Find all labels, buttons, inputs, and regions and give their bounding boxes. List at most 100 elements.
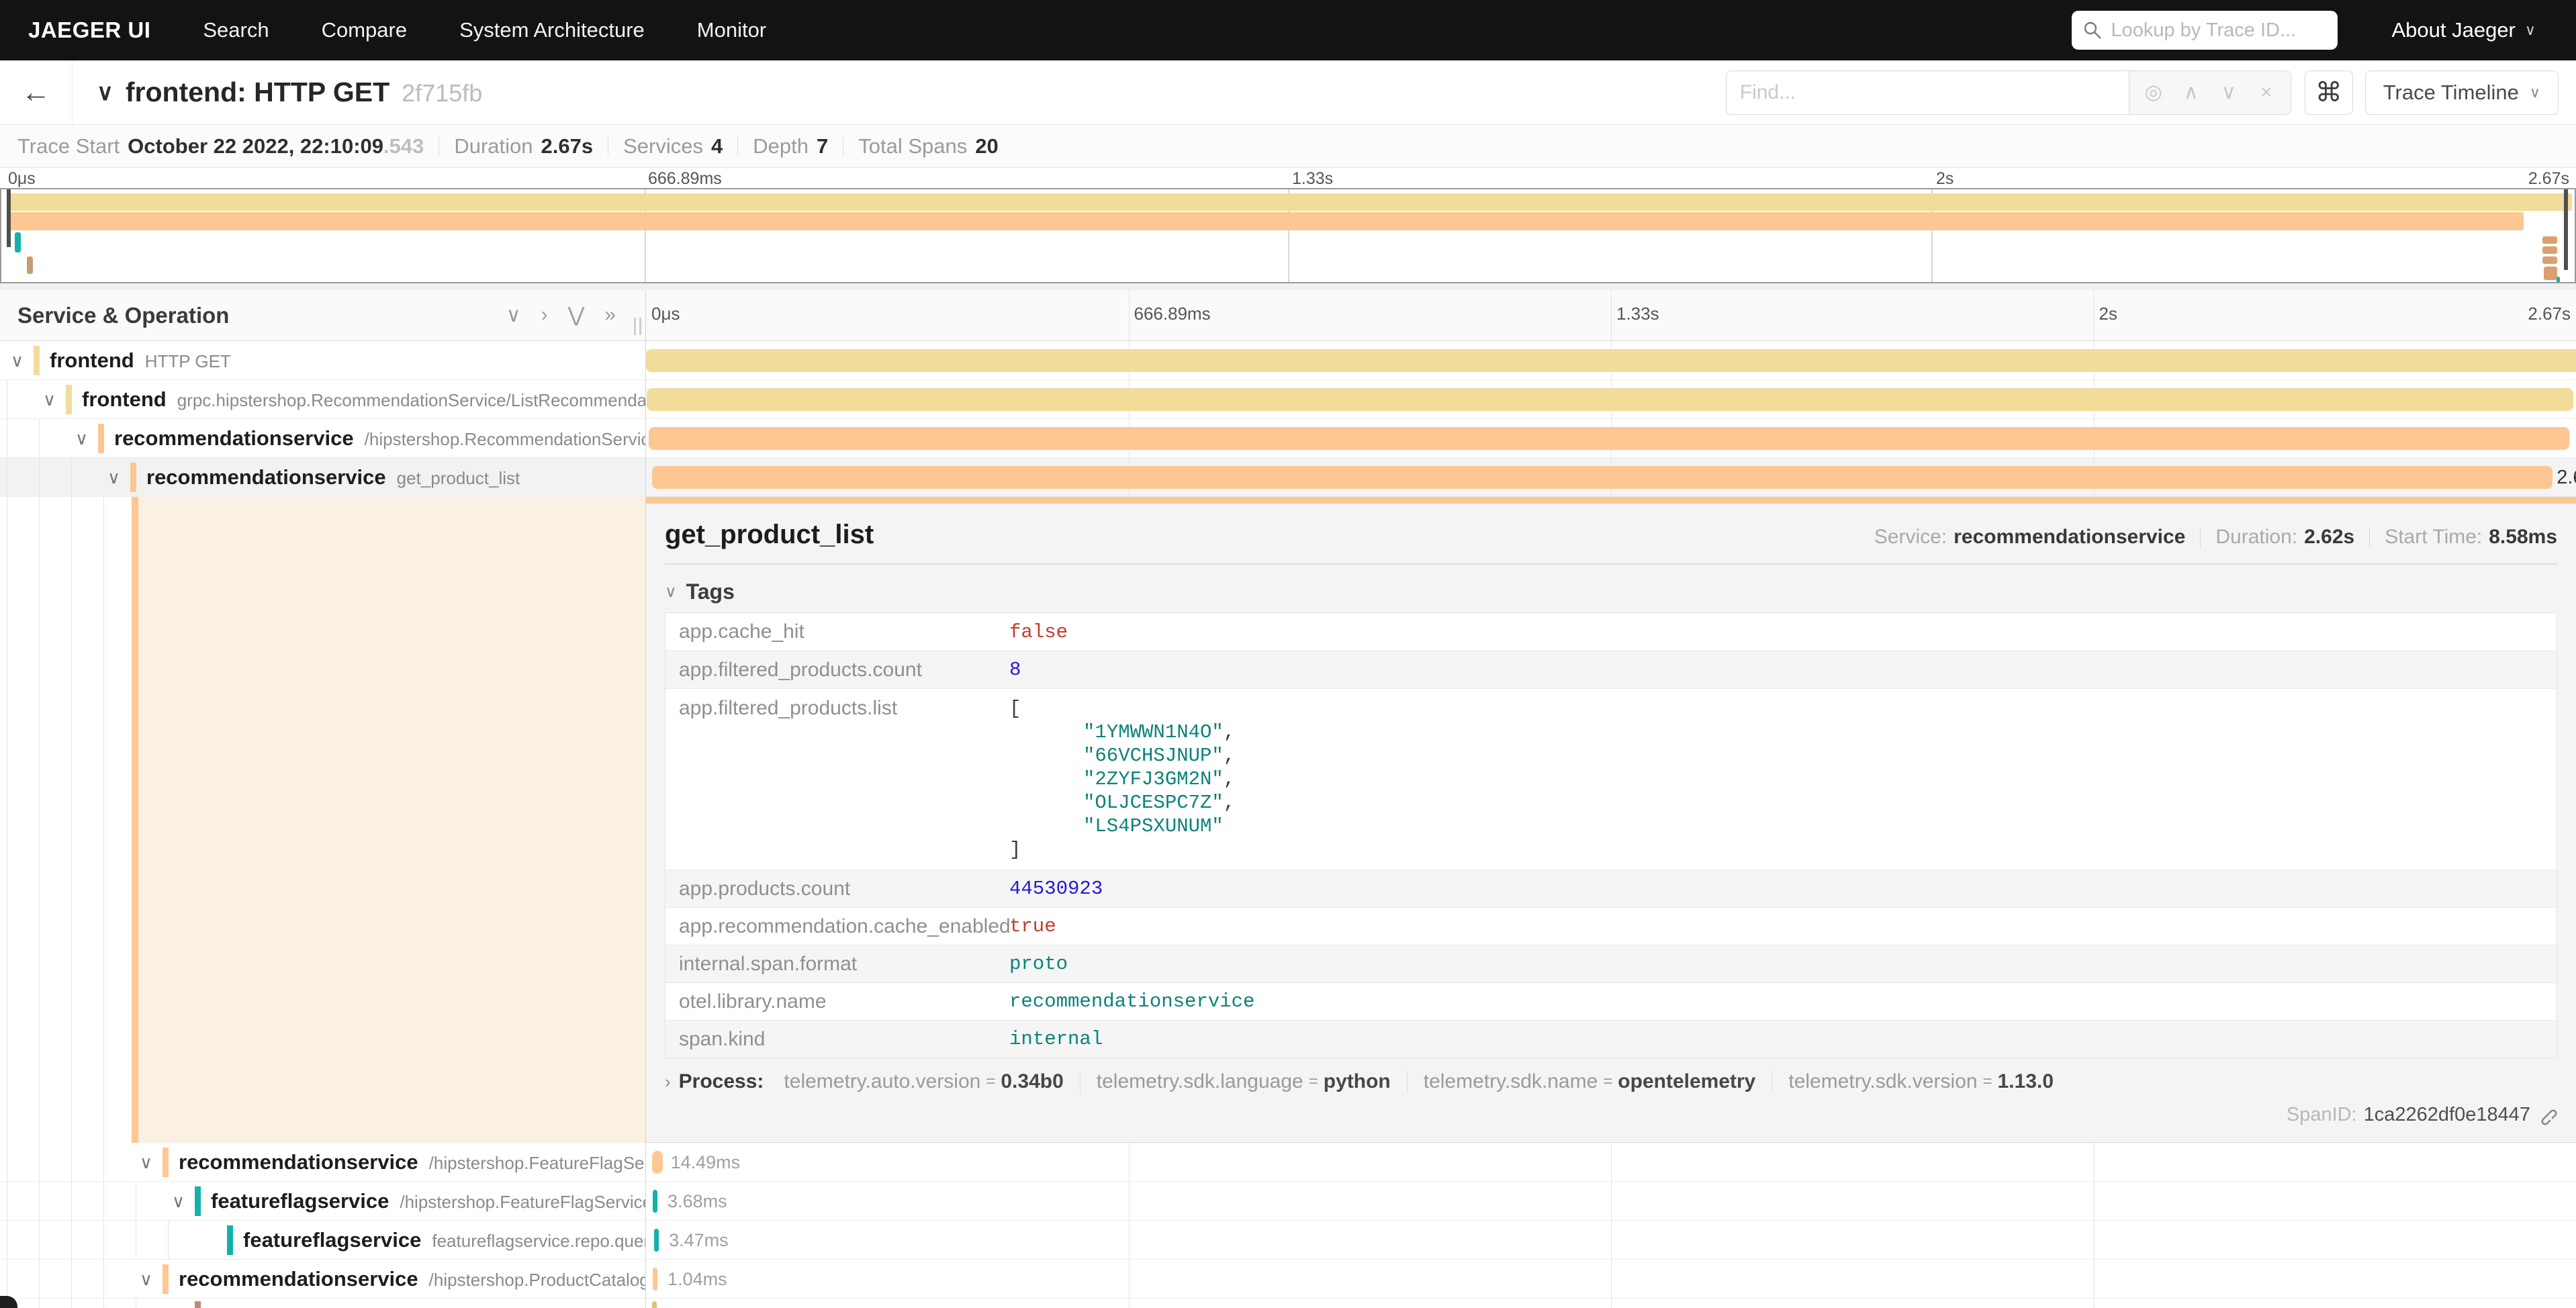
app-logo[interactable]: JAEGER UI [28, 17, 150, 43]
timeline-tick-100: 2.67s [2528, 303, 2571, 324]
duration-label: Duration: [2215, 526, 2297, 549]
chevron-right-icon: › [665, 1072, 671, 1092]
span-bar[interactable] [647, 388, 2573, 411]
span-duration-label: 1.04ms [668, 1269, 727, 1290]
trace-id-lookup[interactable] [2072, 11, 2338, 50]
next-match-icon[interactable]: ∨ [2210, 81, 2248, 104]
span-id-row: SpanID: 1ca2262df0e18447 [665, 1104, 2557, 1126]
span-row-featureflagservice-repo-query[interactable]: featureflagservicefeatureflagservice.rep… [0, 1221, 2576, 1260]
jaeger-trace-page: JAEGER UI Search Compare System Architec… [0, 0, 2576, 1308]
minimap-span-bar [7, 212, 2524, 230]
collapse-one-icon[interactable]: ∨ [506, 303, 521, 327]
about-jaeger-menu[interactable]: About Jaeger ∨ [2391, 18, 2536, 42]
span-detail-panel: get_product_list Service: recommendation… [646, 497, 2576, 1143]
nav-item-search[interactable]: Search [203, 18, 269, 42]
trace-start-label: Trace Start [17, 134, 120, 158]
prev-match-icon[interactable]: ∧ [2172, 81, 2210, 104]
tag-row: internal.span.format proto [665, 945, 2557, 982]
about-jaeger-label: About Jaeger [2391, 18, 2515, 42]
timeline-minimap[interactable] [0, 188, 2576, 283]
nav-item-system-architecture[interactable]: System Architecture [459, 18, 645, 42]
nav-item-compare[interactable]: Compare [322, 18, 408, 42]
back-button[interactable]: ← [0, 60, 73, 124]
span-bar[interactable] [652, 466, 2553, 489]
minimap-right-scrubber[interactable] [2564, 189, 2568, 270]
column-resizer-handle[interactable] [634, 318, 641, 335]
clear-find-icon[interactable]: × [2248, 81, 2285, 104]
span-detail-meta: Service: recommendationservice Duration:… [1874, 526, 2557, 549]
find-control: ◎ ∧ ∨ × [1726, 71, 2291, 115]
focus-match-icon[interactable]: ◎ [2135, 81, 2172, 104]
minimap-span-bar [7, 193, 2572, 211]
trace-id-input[interactable] [2111, 19, 2312, 42]
keyboard-shortcuts-button[interactable]: ⌘ [2305, 71, 2353, 115]
chevron-down-icon[interactable]: ∨ [140, 1152, 152, 1173]
span-row-recommendationservice-featureflag[interactable]: ∨ recommendationservice/hipstershop.Feat… [0, 1143, 2576, 1182]
timeline-tick-75: 2s [2099, 303, 2117, 324]
minimap-span-bar [27, 256, 33, 274]
service-color-swatch [227, 1225, 233, 1255]
expand-one-icon[interactable]: › [541, 303, 548, 327]
span-detail-color-strip [646, 497, 2576, 504]
trace-header: ← ∨ frontend: HTTP GET2f715fb ◎ ∧ ∨ × ⌘ … [0, 60, 2576, 125]
command-icon: ⌘ [2315, 77, 2342, 108]
span-row-featureflagservice-get[interactable]: ∨ featureflagservice/hipstershop.Feature… [0, 1182, 2576, 1221]
span-row-frontend-http-get[interactable]: ∨ frontendHTTP GET [0, 341, 2576, 380]
span-bar[interactable] [652, 1301, 657, 1308]
tag-row: app.filtered_products.count 8 [665, 651, 2557, 688]
chevron-down-icon[interactable]: ∨ [107, 467, 120, 488]
span-bar[interactable] [653, 1190, 657, 1213]
process-section[interactable]: › Process: telemetry.auto.version=0.34b0… [665, 1070, 2557, 1093]
service-color-swatch [66, 385, 72, 414]
span-row-recommendationservice-list[interactable]: ∨ recommendationservice/hipstershop.Reco… [0, 419, 2576, 458]
span-detail-title: get_product_list [665, 520, 874, 550]
span-detail-accent[interactable] [132, 497, 645, 1143]
service-color-swatch [98, 424, 104, 453]
span-row-get-product-list-selected[interactable]: ∨ recommendationserviceget_product_list … [0, 458, 2576, 497]
timeline-column-header: Service & Operation ∨ › ⋁ » 0μs 666.89ms… [0, 290, 2576, 341]
chevron-down-icon: ∨ [2525, 21, 2536, 39]
trace-collapse-chevron-icon[interactable]: ∨ [97, 79, 113, 106]
depth-value: 7 [817, 134, 828, 158]
start-time-value: 8.58ms [2489, 526, 2557, 549]
span-bar[interactable] [649, 427, 2569, 450]
chevron-down-icon[interactable]: ∨ [43, 389, 56, 410]
trace-header-controls: ◎ ∧ ∨ × ⌘ Trace Timeline ∨ [1726, 71, 2559, 115]
span-id-label: SpanID: [2287, 1104, 2357, 1126]
span-row-recommendationservice-productcatalog[interactable]: ∨ recommendationservice/hipstershop.Prod… [0, 1260, 2576, 1299]
minimap-span-bar [2542, 246, 2557, 254]
duration-value: 2.62s [2304, 526, 2354, 549]
tags-section-header[interactable]: ∨ Tags [665, 579, 2557, 604]
chevron-down-icon[interactable]: ∨ [75, 428, 88, 449]
span-bar[interactable] [646, 349, 2576, 372]
chevron-down-icon[interactable]: ∨ [172, 1191, 185, 1212]
span-row-partial[interactable] [0, 1299, 2576, 1308]
span-bar[interactable] [652, 1151, 663, 1174]
process-item: telemetry.sdk.version=1.13.0 [1772, 1070, 2070, 1093]
trace-view-selector[interactable]: Trace Timeline ∨ [2365, 71, 2559, 115]
chevron-down-icon[interactable]: ∨ [11, 351, 24, 371]
chevron-down-icon[interactable]: ∨ [140, 1269, 152, 1290]
link-icon[interactable] [2537, 1105, 2557, 1125]
minimap-span-bar [2544, 267, 2557, 280]
span-detail-name-column[interactable] [0, 497, 646, 1143]
span-bar[interactable] [653, 1268, 657, 1291]
chevron-down-icon: ∨ [665, 582, 677, 602]
expand-all-icon[interactable]: » [604, 303, 616, 327]
minimap-tick-0: 0μs [8, 169, 36, 189]
minimap-tick-75: 2s [1936, 169, 1953, 189]
duration-label: Duration [454, 134, 533, 158]
service-color-swatch [34, 346, 40, 375]
minimap-tick-50: 1.33s [1292, 169, 1333, 189]
tag-row: app.recommendation.cache_enabled true [665, 907, 2557, 945]
timeline-tick-0: 0μs [651, 303, 680, 324]
find-input[interactable] [1726, 71, 2129, 115]
depth-label: Depth [753, 134, 809, 158]
span-bar[interactable] [654, 1229, 659, 1252]
nav-item-monitor[interactable]: Monitor [697, 18, 766, 42]
span-duration-label: 3.68ms [668, 1191, 727, 1212]
span-row-frontend-grpc[interactable]: ∨ frontendgrpc.hipstershop.Recommendatio… [0, 380, 2576, 419]
span-duration-label: 14.49ms [671, 1152, 741, 1173]
collapse-all-icon[interactable]: ⋁ [568, 303, 585, 327]
minimap-left-scrubber[interactable] [7, 189, 11, 247]
